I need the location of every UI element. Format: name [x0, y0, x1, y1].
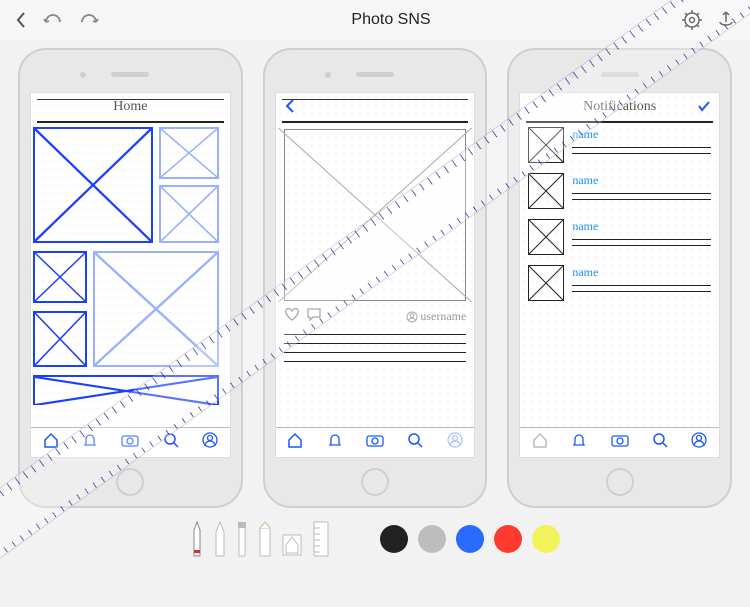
ruler-tool-icon[interactable]	[312, 520, 330, 558]
pen-tool-icon[interactable]	[190, 520, 204, 558]
image-placeholder	[528, 265, 564, 301]
gear-icon[interactable]	[682, 10, 702, 30]
image-placeholder	[33, 311, 87, 367]
redo-icon[interactable]	[78, 12, 100, 28]
image-placeholder	[528, 127, 564, 163]
design-canvas[interactable]: Home	[0, 40, 750, 515]
tab-bar	[276, 427, 475, 457]
screen-title-home: Home	[113, 99, 147, 115]
home-grid	[31, 123, 230, 413]
pencil-tool-icon[interactable]	[214, 520, 226, 558]
search-icon[interactable]	[163, 432, 179, 453]
bell-icon[interactable]	[82, 432, 98, 453]
check-icon[interactable]	[697, 99, 711, 117]
list-item[interactable]: name	[528, 173, 711, 209]
home-icon[interactable]	[287, 432, 303, 453]
app-toolbar: Photo SNS	[0, 0, 750, 40]
image-placeholder	[159, 185, 219, 243]
list-item[interactable]: name	[528, 219, 711, 255]
image-placeholder	[33, 251, 87, 303]
mockup-phone-notifications: Notifications name name name	[507, 48, 732, 508]
profile-icon[interactable]	[447, 432, 463, 453]
list-item[interactable]: name	[528, 127, 711, 163]
screen-title-notifications: Notifications	[583, 99, 656, 115]
search-icon[interactable]	[652, 432, 668, 453]
chevron-left-icon[interactable]	[284, 99, 296, 118]
page-title: Photo SNS	[351, 11, 430, 29]
camera-icon[interactable]	[366, 432, 384, 453]
color-swatch-black[interactable]	[380, 525, 408, 553]
color-swatch-red[interactable]	[494, 525, 522, 553]
highlighter-tool-icon[interactable]	[258, 520, 272, 558]
bell-icon[interactable]	[327, 432, 343, 453]
comment-icon[interactable]	[306, 307, 322, 326]
profile-icon[interactable]	[202, 432, 218, 453]
image-placeholder	[33, 375, 219, 405]
brush-tool-icon[interactable]	[236, 520, 248, 558]
camera-icon[interactable]	[611, 432, 629, 453]
image-placeholder	[33, 127, 153, 243]
tab-bar	[31, 427, 230, 457]
home-icon[interactable]	[43, 432, 59, 453]
stencil-tool-icon[interactable]	[282, 521, 302, 557]
bottom-toolbar	[0, 515, 750, 563]
mockup-phone-detail: username	[263, 48, 488, 508]
username-label: username	[406, 309, 466, 324]
share-icon[interactable]	[716, 10, 736, 30]
image-placeholder	[93, 251, 219, 367]
image-placeholder	[528, 173, 564, 209]
color-swatch-blue[interactable]	[456, 525, 484, 553]
heart-icon[interactable]	[284, 307, 300, 326]
image-placeholder	[284, 129, 467, 301]
notification-list: name name name name	[520, 123, 719, 301]
undo-icon[interactable]	[42, 12, 64, 28]
back-icon[interactable]	[14, 11, 28, 29]
bell-icon[interactable]	[571, 432, 587, 453]
color-swatch-gray[interactable]	[418, 525, 446, 553]
search-icon[interactable]	[407, 432, 423, 453]
mockup-phone-home: Home	[18, 48, 243, 508]
profile-icon[interactable]	[691, 432, 707, 453]
list-item[interactable]: name	[528, 265, 711, 301]
home-icon[interactable]	[532, 432, 548, 453]
caption-lines	[284, 334, 467, 362]
color-swatch-yellow[interactable]	[532, 525, 560, 553]
image-placeholder	[528, 219, 564, 255]
image-placeholder	[159, 127, 219, 179]
tab-bar	[520, 427, 719, 457]
camera-icon[interactable]	[121, 432, 139, 453]
